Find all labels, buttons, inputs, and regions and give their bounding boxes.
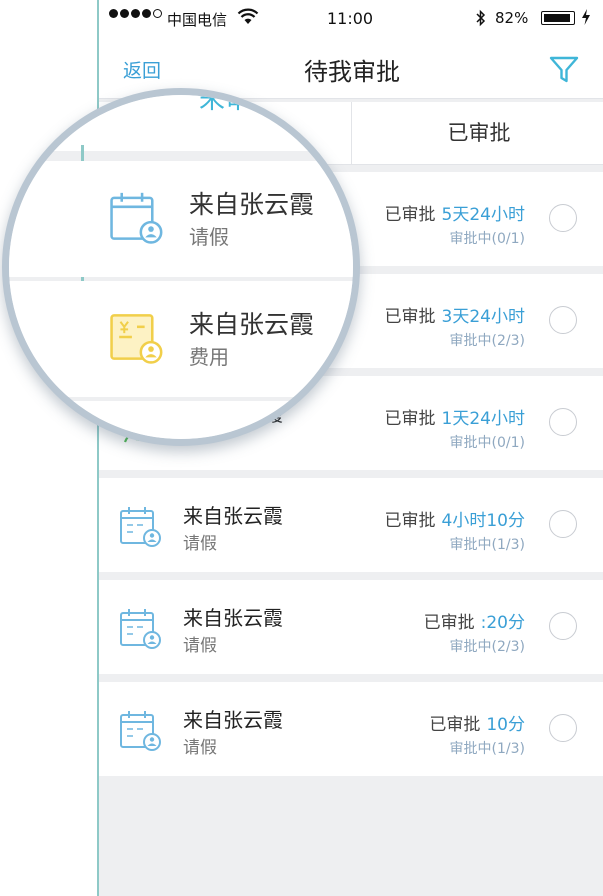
status-time: 11:00 bbox=[327, 9, 374, 28]
tab-approved[interactable]: 已审批 bbox=[351, 102, 603, 164]
list-item[interactable]: 来自张云霞请假 已审批:20分审批中(2/3) bbox=[99, 580, 603, 674]
approval-progress: 审批中(1/3) bbox=[449, 537, 525, 553]
approval-progress: 审批中(0/1) bbox=[449, 231, 525, 247]
magnified-list-item: 来自张云霞 请假 bbox=[9, 161, 353, 277]
select-radio[interactable] bbox=[549, 306, 577, 334]
battery-percentage: 82% bbox=[495, 9, 529, 27]
select-radio[interactable] bbox=[549, 612, 577, 640]
magnified-tab-strip: 未审 bbox=[9, 95, 353, 151]
list-item[interactable]: 来自张云霞请假 已审批 4小时10分审批中(1/3) bbox=[99, 478, 603, 572]
approval-progress: 审批中(2/3) bbox=[449, 639, 525, 655]
request-type: 请假 bbox=[183, 636, 217, 656]
page-title: 待我审批 bbox=[304, 58, 400, 86]
magnified-list-item: 来自张云霞 费用 bbox=[9, 281, 353, 397]
approval-status: 已审批 5天24小时 bbox=[385, 200, 525, 225]
elapsed-duration: :20分 bbox=[480, 613, 525, 633]
leave-calendar-icon bbox=[119, 606, 163, 650]
request-type: 请假 bbox=[183, 738, 217, 758]
select-radio[interactable] bbox=[549, 204, 577, 232]
status-label: 已审批 bbox=[384, 409, 436, 429]
elapsed-duration: 5天24小时 bbox=[441, 205, 525, 225]
approval-status: 已审批 1天24小时 bbox=[385, 404, 525, 429]
approval-status: 已审批 4小时10分 bbox=[385, 506, 525, 531]
wifi-icon bbox=[237, 8, 259, 24]
status-label: 已审批 bbox=[429, 715, 481, 735]
battery-icon bbox=[541, 11, 575, 25]
approval-status: 已审批 3天24小时 bbox=[385, 302, 525, 327]
elapsed-duration: 4小时10分 bbox=[441, 511, 525, 531]
elapsed-duration: 10分 bbox=[486, 715, 525, 735]
select-radio[interactable] bbox=[549, 510, 577, 538]
sender-name: 来自张云霞 bbox=[189, 310, 315, 339]
list-item[interactable]: 来自张云霞请假 已审批 10分审批中(1/3) bbox=[99, 682, 603, 776]
status-label: 已审批 bbox=[384, 307, 436, 327]
leave-calendar-icon bbox=[110, 192, 163, 244]
filter-funnel-icon[interactable] bbox=[547, 52, 581, 86]
carrier-name: 中国电信 bbox=[167, 11, 228, 29]
signal-strength-icon bbox=[109, 9, 162, 18]
status-bar: 中国电信 11:00 82% bbox=[99, 0, 603, 36]
approval-status: 已审批 10分 bbox=[429, 710, 525, 735]
leave-calendar-icon bbox=[119, 708, 163, 752]
charging-bolt-icon bbox=[582, 9, 590, 25]
magnifier-lens: 未审 来自张云霞 请假 来自张云霞 费用 bbox=[2, 88, 360, 446]
elapsed-duration: 3天24小时 bbox=[441, 307, 525, 327]
sender-name: 来自张云霞 bbox=[183, 606, 283, 630]
approval-progress: 审批中(1/3) bbox=[449, 741, 525, 757]
status-label: 已审批 bbox=[384, 511, 436, 531]
request-type: 请假 bbox=[189, 225, 229, 249]
select-radio[interactable] bbox=[549, 408, 577, 436]
expense-icon bbox=[110, 314, 163, 364]
request-type: 费用 bbox=[189, 345, 229, 369]
select-radio[interactable] bbox=[549, 714, 577, 742]
elapsed-duration: 1天24小时 bbox=[441, 409, 525, 429]
status-label: 已审批 bbox=[384, 205, 436, 225]
leave-calendar-icon bbox=[119, 504, 163, 548]
sender-name: 来自张云霞 bbox=[183, 708, 283, 732]
sender-name: 来自张云霞 bbox=[183, 504, 283, 528]
approval-status: 已审批:20分 bbox=[424, 608, 525, 633]
request-type: 请假 bbox=[183, 534, 217, 554]
sender-name: 来自张云霞 bbox=[189, 190, 315, 219]
bluetooth-icon bbox=[476, 9, 486, 27]
status-label: 已审批 bbox=[423, 613, 475, 633]
approval-progress: 审批中(0/1) bbox=[449, 435, 525, 451]
approval-progress: 审批中(2/3) bbox=[449, 333, 525, 349]
